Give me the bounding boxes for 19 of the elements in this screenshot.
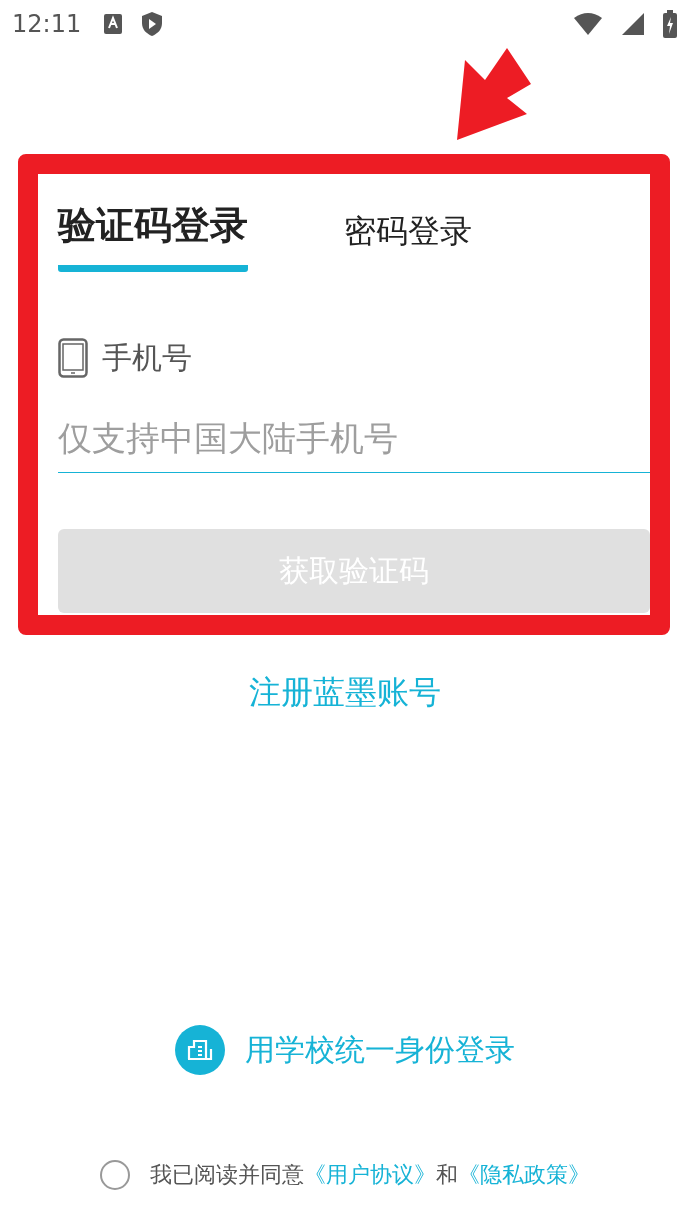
user-agreement-link[interactable]: 《用户协议》 [303, 1160, 436, 1190]
battery-icon [663, 10, 677, 38]
and-text: 和 [435, 1161, 458, 1189]
agree-checkbox[interactable] [99, 1160, 130, 1190]
school-login-button[interactable]: 用学校统一身份登录 [168, 1024, 521, 1076]
status-time: 12:11 [12, 10, 82, 38]
wifi-icon [573, 12, 603, 36]
building-icon [174, 1025, 225, 1075]
register-link[interactable]: 注册蓝墨账号 [248, 671, 441, 715]
phone-label: 手机号 [102, 338, 192, 377]
phone-icon [58, 338, 88, 378]
login-tab[interactable]: 密码登录 [344, 210, 472, 275]
keyboard-icon [103, 13, 124, 35]
agreement-text: 我已阅读并同意 [149, 1161, 304, 1189]
shield-play-icon [141, 11, 164, 37]
privacy-policy-link[interactable]: 《隐私政策》 [457, 1160, 590, 1190]
phone-input-field[interactable]: 仅支持中国大陆手机号 [58, 418, 650, 473]
login-tab[interactable]: 验证码登录 [58, 200, 248, 272]
signal-icon [621, 12, 645, 36]
